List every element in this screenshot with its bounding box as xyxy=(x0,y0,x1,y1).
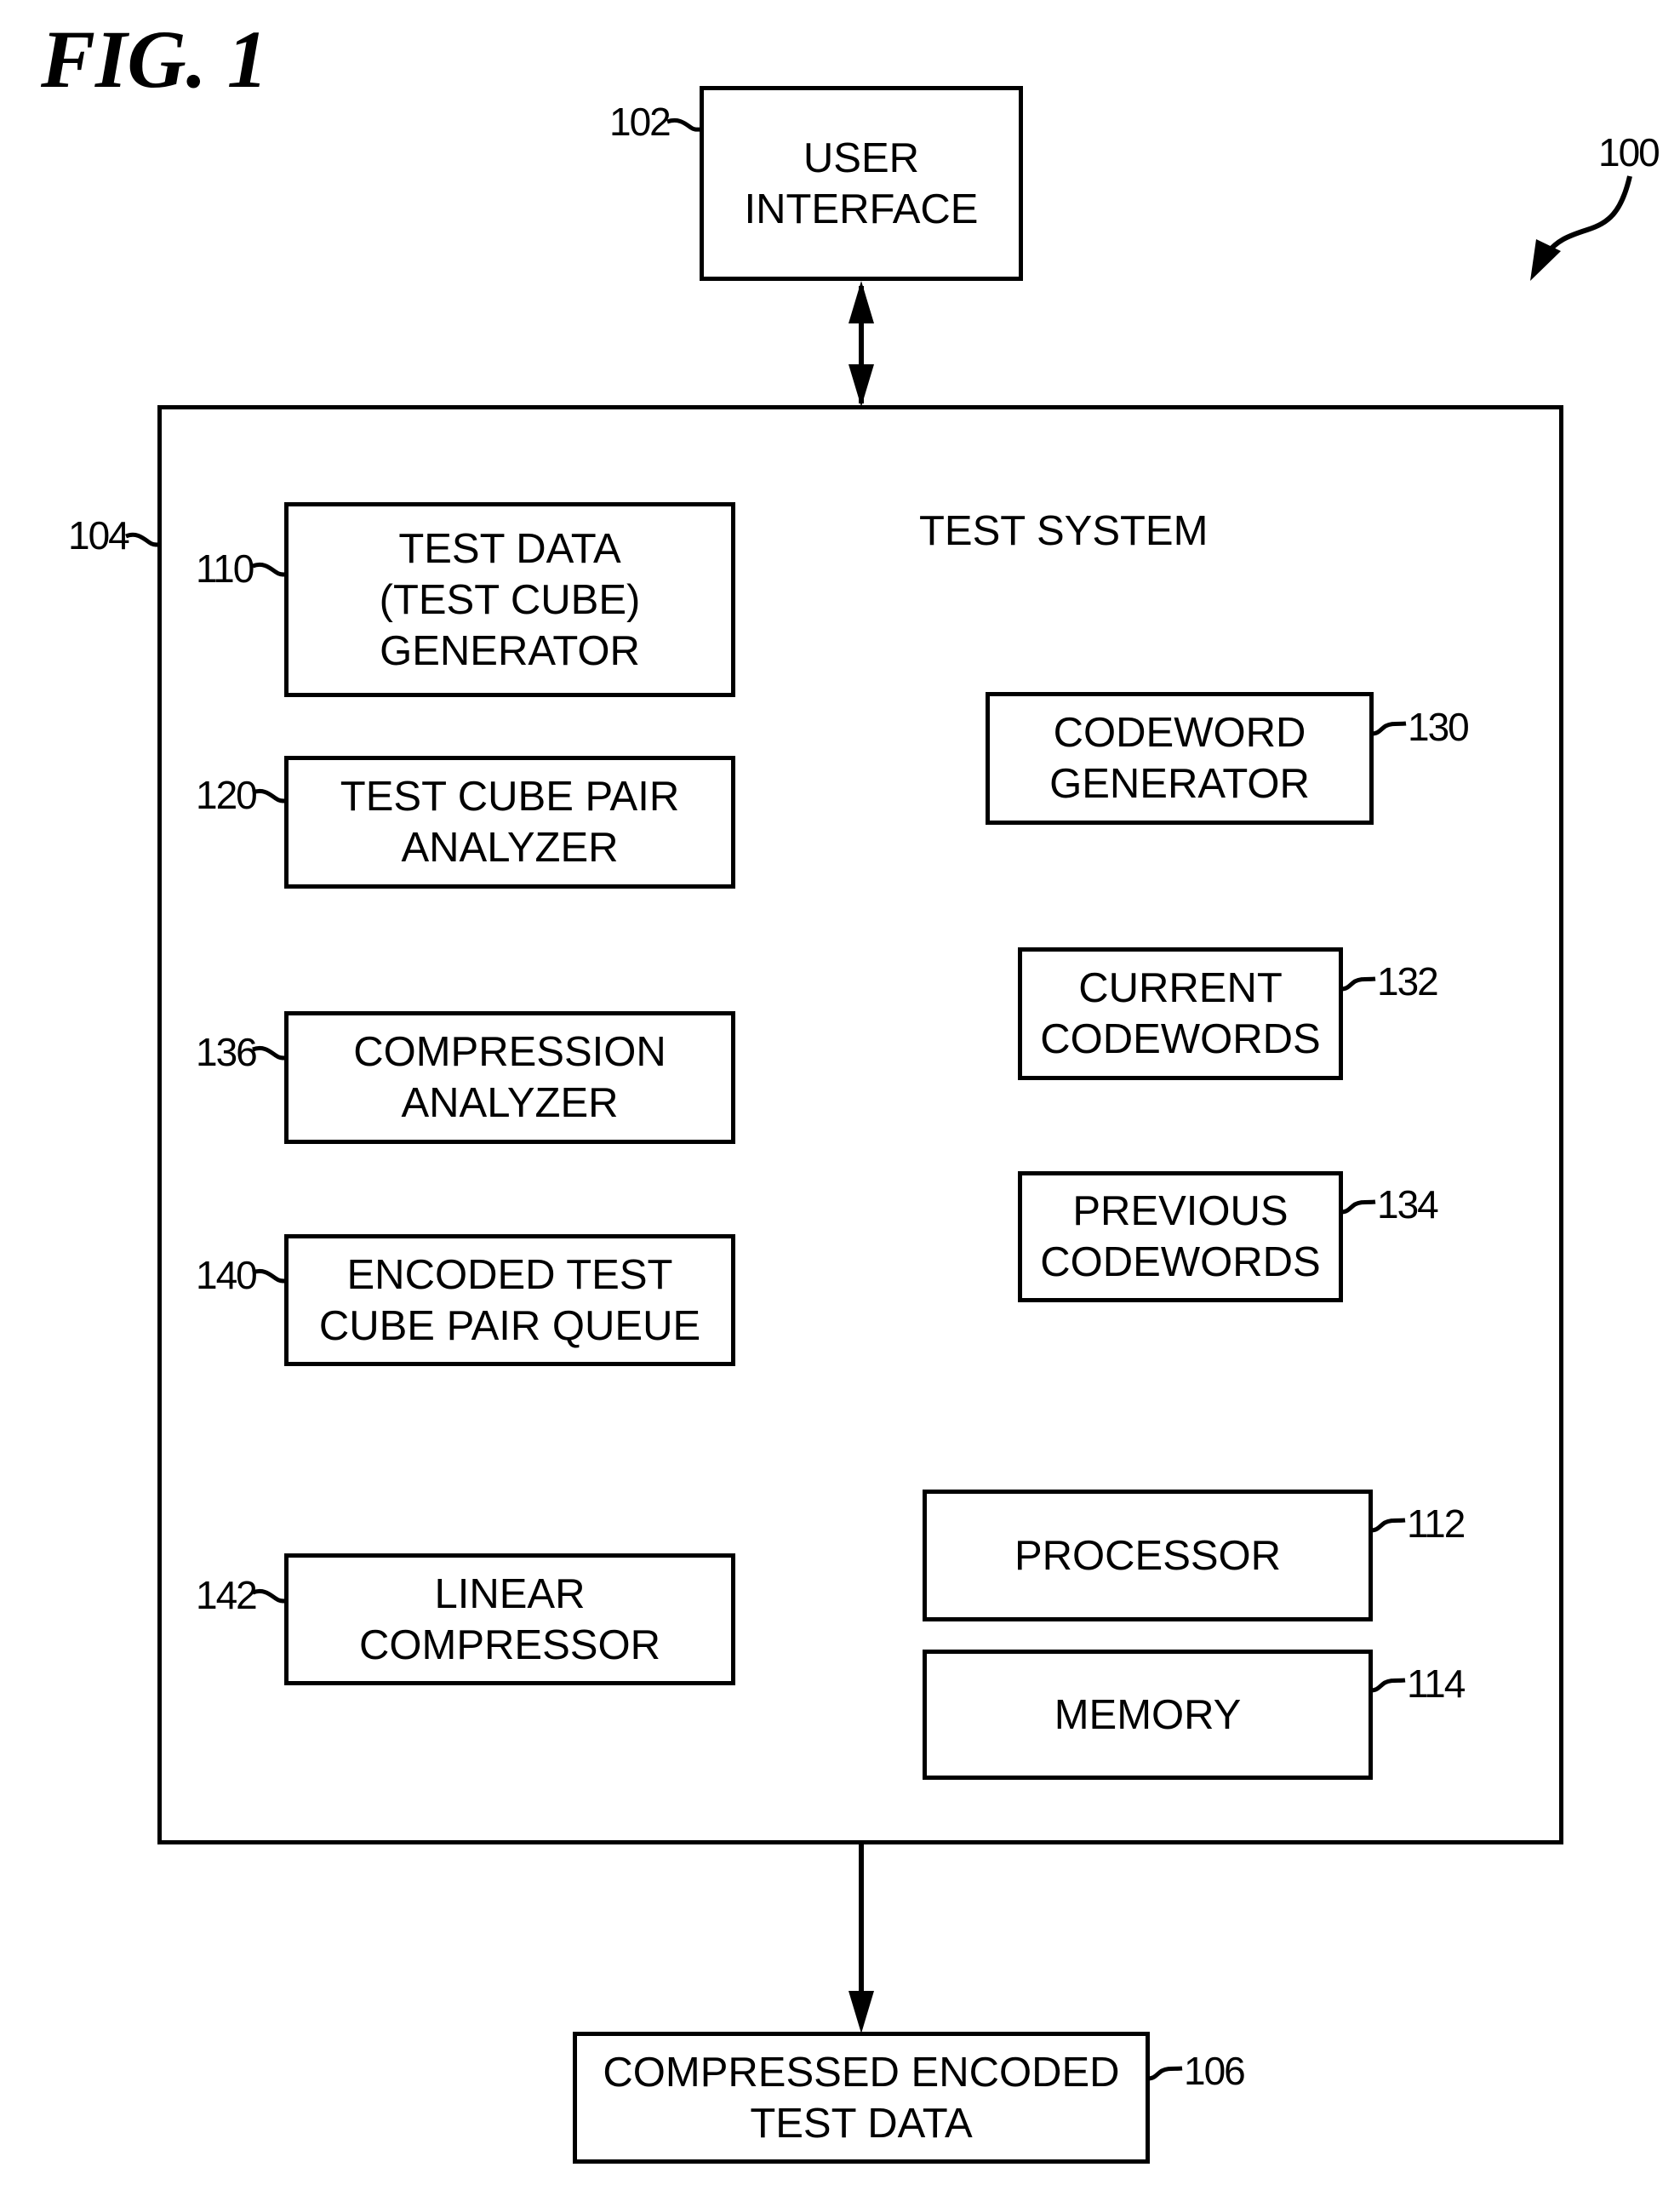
block-label-line: CODEWORDS xyxy=(1040,1016,1321,1062)
encoded-test-cube-pair-queue-block: ENCODED TEST CUBE PAIR QUEUE xyxy=(284,1234,735,1366)
block-label-line: PREVIOUS xyxy=(1072,1188,1289,1234)
block-label-line: ANALYZER xyxy=(401,825,619,871)
current-codewords-block: CURRENT CODEWORDS xyxy=(1018,947,1343,1080)
compressed-encoded-test-data-block: COMPRESSED ENCODED TEST DATA xyxy=(573,2032,1150,2164)
arrowhead-down-icon xyxy=(849,1991,874,2033)
block-label-line: MEMORY xyxy=(1054,1691,1242,1738)
compression-analyzer-block: COMPRESSION ANALYZER xyxy=(284,1011,735,1144)
block-label-line: COMPRESSOR xyxy=(359,1621,660,1668)
leader-106 xyxy=(1147,2066,1183,2081)
memory-block: MEMORY xyxy=(923,1650,1373,1780)
block-label-line: TEST DATA xyxy=(398,525,621,572)
leader-102 xyxy=(666,117,702,132)
figure-title: FIG. 1 xyxy=(41,14,268,105)
arrowhead-icon xyxy=(1530,239,1561,281)
block-label-line: USER xyxy=(803,134,920,181)
block-label-line: (TEST CUBE) xyxy=(379,576,641,623)
block-label-line: ENCODED TEST xyxy=(346,1251,673,1298)
test-data-generator-block: TEST DATA (TEST CUBE) GENERATOR xyxy=(284,502,735,697)
block-label-line: CURRENT xyxy=(1078,965,1283,1011)
block-label-line: ANALYZER xyxy=(401,1080,619,1126)
block-label-line: CUBE PAIR QUEUE xyxy=(318,1302,701,1349)
block-label-line: TEST DATA xyxy=(750,2100,973,2147)
block-label-line: COMPRESSION xyxy=(353,1029,666,1075)
block-label-line: GENERATOR xyxy=(1049,761,1310,807)
system-output-arrow xyxy=(849,1843,874,2033)
previous-codewords-block: PREVIOUS CODEWORDS xyxy=(1018,1171,1343,1302)
arrowhead-down-icon xyxy=(849,364,874,407)
block-label-line: INTERFACE xyxy=(744,186,979,232)
linear-compressor-block: LINEAR COMPRESSOR xyxy=(284,1553,735,1685)
user-interface-block: USER INTERFACE xyxy=(700,86,1023,281)
block-label-line: CODEWORD xyxy=(1053,710,1306,756)
ref-label-104: 104 xyxy=(68,513,130,558)
leader-104 xyxy=(125,532,160,547)
ref-label-100: 100 xyxy=(1598,130,1660,174)
processor-block: PROCESSOR xyxy=(923,1490,1373,1621)
block-label-line: PROCESSOR xyxy=(1014,1532,1282,1579)
test-system-title: TEST SYSTEM xyxy=(919,508,1209,554)
block-label-line: CODEWORDS xyxy=(1040,1239,1321,1285)
ui-system-bidirectional-arrow xyxy=(849,281,874,407)
block-label-line: LINEAR xyxy=(434,1570,586,1617)
block-label-line: TEST CUBE PAIR xyxy=(340,774,680,820)
test-cube-pair-analyzer-block: TEST CUBE PAIR ANALYZER xyxy=(284,756,735,889)
ref-label-106: 106 xyxy=(1184,2049,1246,2093)
block-label-line: GENERATOR xyxy=(380,627,640,674)
codeword-generator-block: CODEWORD GENERATOR xyxy=(986,692,1374,825)
block-label-line: COMPRESSED ENCODED xyxy=(603,2049,1120,2096)
ref-label-102: 102 xyxy=(609,100,671,144)
system-ref-arrow xyxy=(1530,175,1632,281)
arrowhead-up-icon xyxy=(849,281,874,323)
patent-figure: FIG. 1 100 102 104 110 120 136 140 142 1… xyxy=(0,0,1680,2196)
